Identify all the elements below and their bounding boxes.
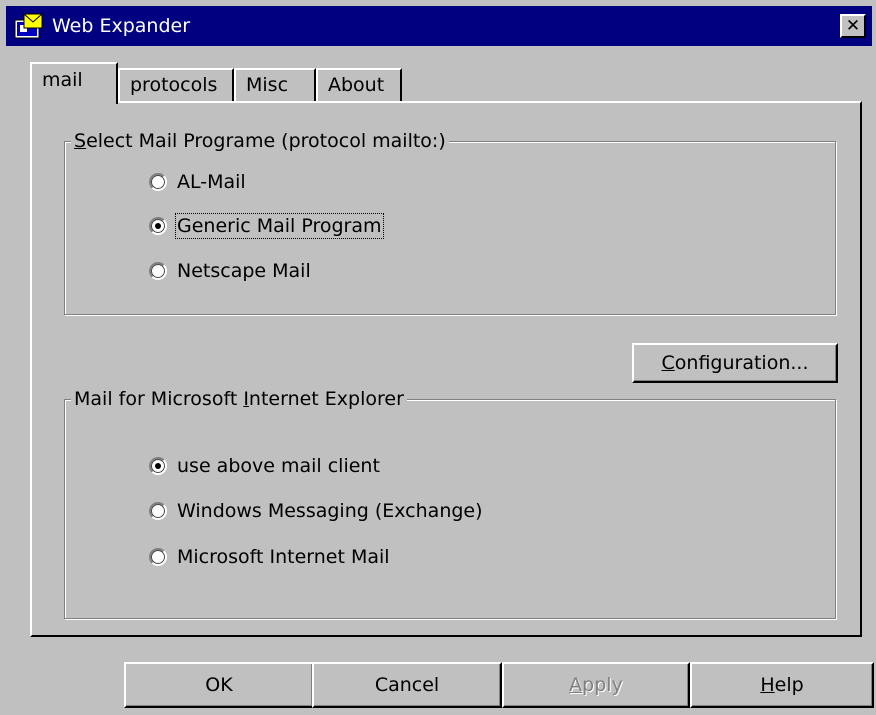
radio-netscape-mail-circle[interactable] xyxy=(149,262,167,280)
radio-windows-messaging-label: Windows Messaging (Exchange) xyxy=(177,500,483,522)
tab-about[interactable]: About xyxy=(316,68,402,101)
close-icon: ✕ xyxy=(845,15,861,36)
radio-netscape-mail[interactable]: Netscape Mail xyxy=(149,260,311,282)
ok-button[interactable]: OK xyxy=(124,662,314,708)
radio-windows-messaging[interactable]: Windows Messaging (Exchange) xyxy=(149,500,483,522)
tab-mail[interactable]: mail xyxy=(30,62,118,104)
tab-protocols-label: protocols xyxy=(130,74,218,96)
mail-program-group: Select Mail Programe (protocol mailto:) … xyxy=(64,130,836,315)
cancel-button[interactable]: Cancel xyxy=(312,662,502,708)
close-button[interactable]: ✕ xyxy=(840,14,866,38)
tab-about-label: About xyxy=(328,74,385,96)
radio-use-above-mail-client-label: use above mail client xyxy=(177,455,380,477)
radio-use-above-mail-client[interactable]: use above mail client xyxy=(149,455,380,477)
radio-use-above-mail-client-circle[interactable] xyxy=(149,457,167,475)
mail-envelope-icon xyxy=(14,13,43,39)
ie-mail-group-label: Mail for Microsoft Internet Explorer xyxy=(71,388,407,410)
radio-al-mail-label: AL-Mail xyxy=(177,171,246,193)
radio-al-mail-circle[interactable] xyxy=(149,173,167,191)
title-bar[interactable]: Web Expander ✕ xyxy=(6,6,872,46)
mail-program-group-label: Select Mail Programe (protocol mailto:) xyxy=(71,130,449,152)
mail-tab-page: Select Mail Programe (protocol mailto:) … xyxy=(30,101,862,637)
dialog-window: Web Expander ✕ mail protocols Misc About… xyxy=(0,0,876,715)
radio-generic-mail-program-label: Generic Mail Program xyxy=(175,213,384,239)
tab-mail-label: mail xyxy=(42,69,83,91)
radio-netscape-mail-label: Netscape Mail xyxy=(177,260,311,282)
radio-generic-mail-program[interactable]: Generic Mail Program xyxy=(149,213,384,239)
tab-misc-label: Misc xyxy=(246,74,289,96)
tab-protocols[interactable]: protocols xyxy=(118,68,234,101)
apply-button[interactable]: Apply xyxy=(502,662,690,708)
ie-mail-group: Mail for Microsoft Internet Explorer use… xyxy=(64,388,836,619)
radio-windows-messaging-circle[interactable] xyxy=(149,502,167,520)
configuration-button[interactable]: Configuration... xyxy=(632,343,838,383)
radio-al-mail[interactable]: AL-Mail xyxy=(149,171,246,193)
radio-generic-mail-program-circle[interactable] xyxy=(149,217,167,235)
tab-misc[interactable]: Misc xyxy=(234,68,316,101)
radio-microsoft-internet-mail-label: Microsoft Internet Mail xyxy=(177,546,390,568)
window-title: Web Expander xyxy=(52,15,191,37)
radio-microsoft-internet-mail[interactable]: Microsoft Internet Mail xyxy=(149,546,390,568)
help-button[interactable]: Help xyxy=(690,662,874,708)
radio-microsoft-internet-mail-circle[interactable] xyxy=(149,548,167,566)
